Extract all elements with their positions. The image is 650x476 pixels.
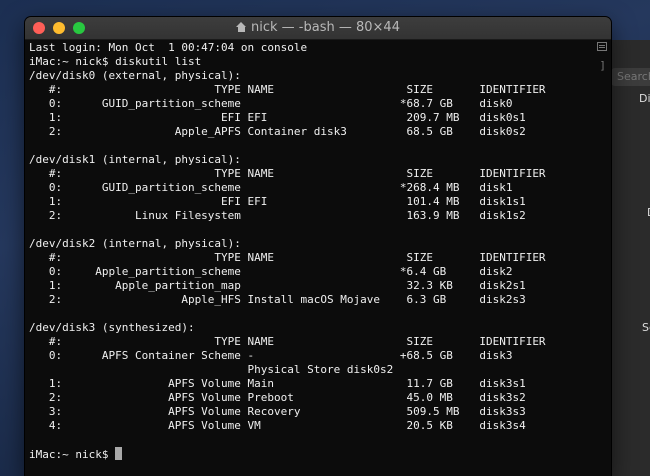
- terminal-line: /dev/disk3 (synthesized):: [29, 321, 195, 334]
- terminal-line: 0: GUID_partition_scheme *68.7 GB disk0: [29, 97, 513, 110]
- terminal-line: 1: APFS Volume Main 11.7 GB disk3s1: [29, 377, 526, 390]
- terminal-line: 2: Apple_HFS Install macOS Mojave 6.3 GB…: [29, 293, 526, 306]
- background-search-field: Search: [611, 68, 650, 86]
- background-finder-window: Search Di D Sc: [606, 40, 650, 476]
- split-pane-icon[interactable]: [597, 42, 607, 51]
- home-icon: [236, 22, 247, 32]
- terminal-line: 2: Apple_APFS Container disk3 68.5 GB di…: [29, 125, 526, 138]
- terminal-line: 0: GUID_partition_scheme *268.4 MB disk1: [29, 181, 513, 194]
- background-label-fragment: Di: [639, 92, 650, 105]
- terminal-line: 0: APFS Container Scheme - +68.5 GB disk…: [29, 349, 513, 362]
- terminal-line: 0: Apple_partition_scheme *6.4 GB disk2: [29, 265, 513, 278]
- terminal-line: 1: EFI EFI 101.4 MB disk1s1: [29, 195, 526, 208]
- terminal-line: 4: APFS Volume VM 20.5 KB disk3s4: [29, 419, 526, 432]
- terminal-line: 1: Apple_partition_map 32.3 KB disk2s1: [29, 279, 526, 292]
- terminal-line: 2: APFS Volume Preboot 45.0 MB disk3s2: [29, 391, 526, 404]
- terminal-output[interactable]: Last login: Mon Oct 1 00:47:04 on consol…: [29, 41, 593, 476]
- title-bar[interactable]: nick — -bash — 80×44: [25, 17, 611, 40]
- terminal-line: /dev/disk0 (external, physical):: [29, 69, 241, 82]
- terminal-line: iMac:~ nick$ diskutil list: [29, 55, 202, 68]
- terminal-line: Physical Store disk0s2: [29, 363, 394, 376]
- terminal-line: Last login: Mon Oct 1 00:47:04 on consol…: [29, 41, 308, 54]
- terminal-line: 3: APFS Volume Recovery 509.5 MB disk3s3: [29, 405, 526, 418]
- background-label-fragment: Sc: [642, 321, 650, 334]
- prompt-line: iMac:~ nick$: [29, 447, 593, 461]
- terminal-line: 2: Linux Filesystem 163.9 MB disk1s2: [29, 209, 526, 222]
- terminal-window[interactable]: nick — -bash — 80×44 ] Last login: Mon O…: [25, 17, 611, 476]
- window-title: nick — -bash — 80×44: [251, 20, 400, 35]
- terminal-line: #: TYPE NAME SIZE IDENTIFIER: [29, 251, 546, 264]
- terminal-line: /dev/disk2 (internal, physical):: [29, 237, 241, 250]
- terminal-line: #: TYPE NAME SIZE IDENTIFIER: [29, 167, 546, 180]
- terminal-line: /dev/disk1 (internal, physical):: [29, 153, 241, 166]
- terminal-line: #: TYPE NAME SIZE IDENTIFIER: [29, 83, 546, 96]
- window-title-container: nick — -bash — 80×44: [25, 17, 611, 39]
- terminal-line: #: TYPE NAME SIZE IDENTIFIER: [29, 335, 546, 348]
- terminal-line: 1: EFI EFI 209.7 MB disk0s1: [29, 111, 526, 124]
- scroll-bracket-icon: ]: [599, 59, 606, 72]
- text-cursor: [115, 447, 123, 460]
